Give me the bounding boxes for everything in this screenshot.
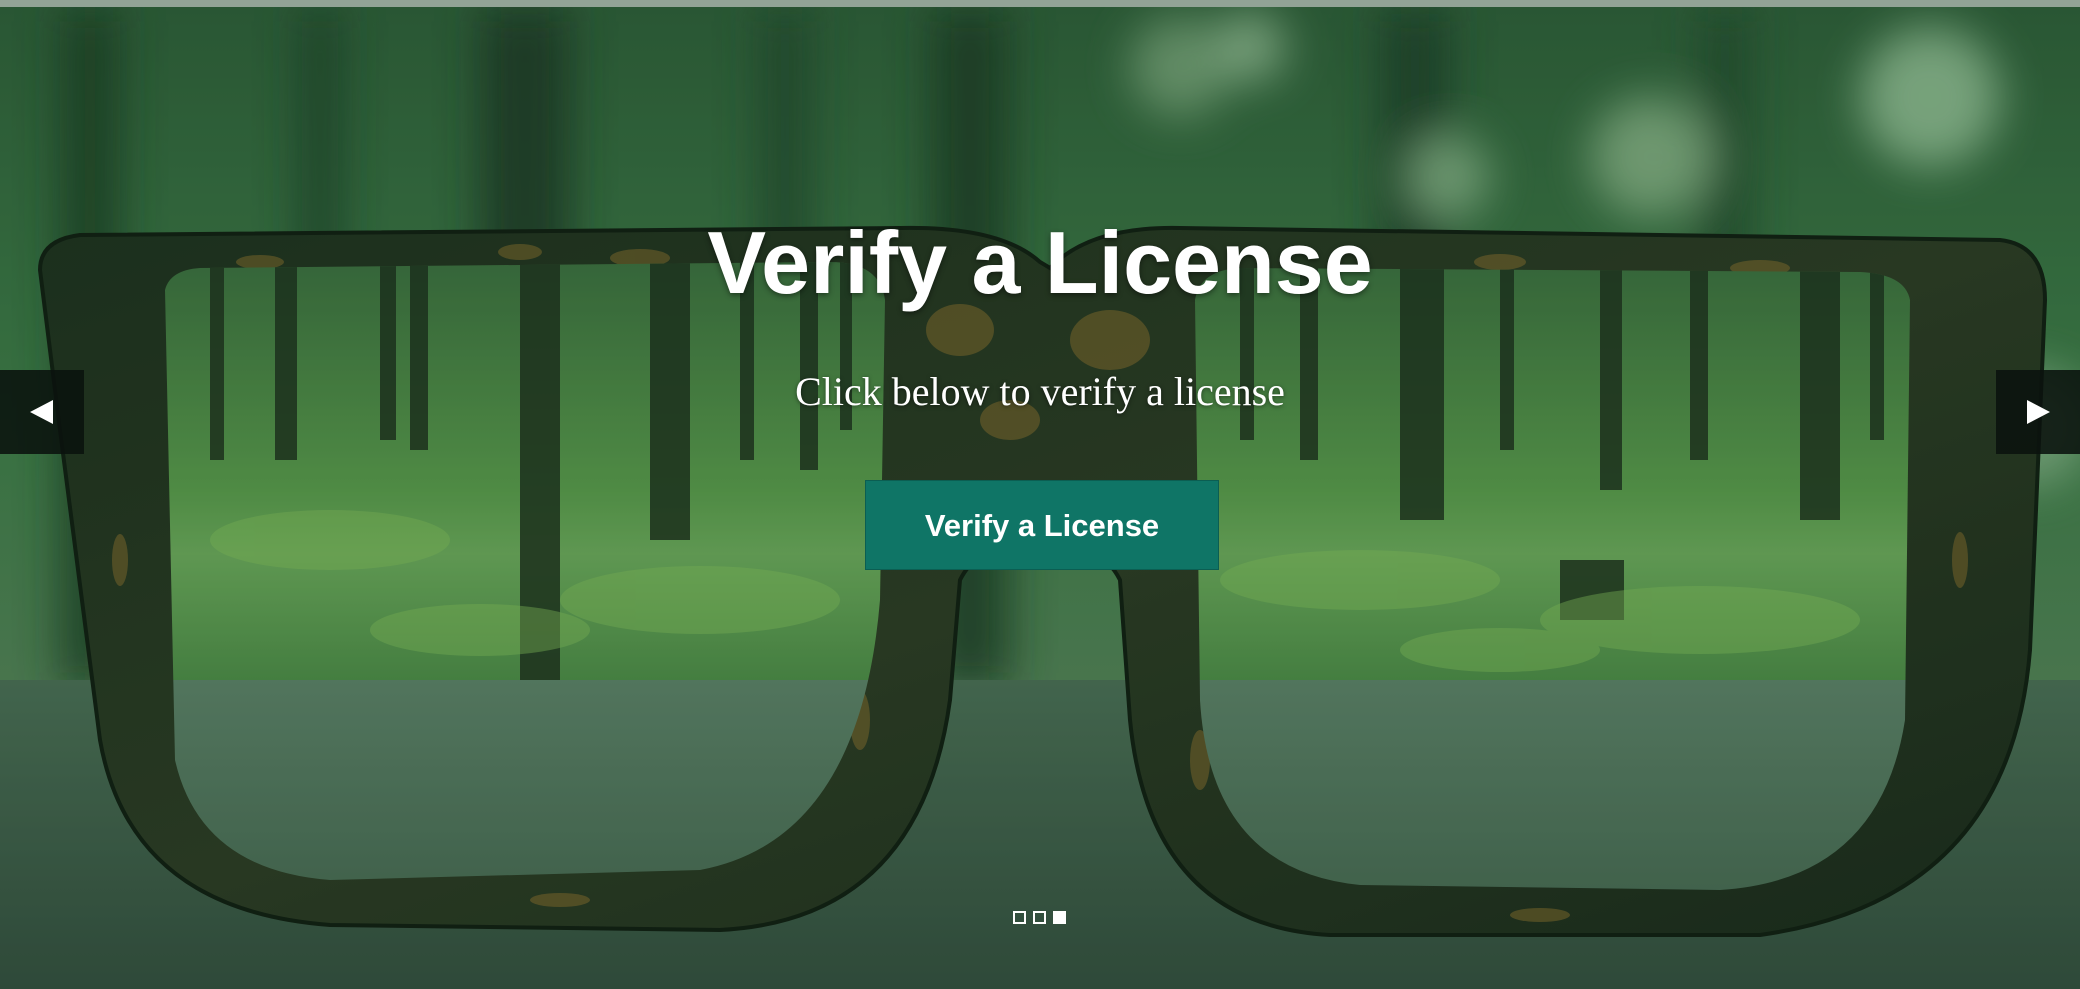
verify-license-button[interactable]: Verify a License bbox=[865, 480, 1219, 570]
hero-subtitle: Click below to verify a license bbox=[795, 369, 1285, 414]
triangle-left-icon bbox=[30, 400, 53, 424]
prev-slide-button[interactable] bbox=[0, 370, 84, 454]
slide-indicator-2[interactable] bbox=[1033, 911, 1046, 924]
hero-slider: Verify a License Click below to verify a… bbox=[0, 0, 2080, 989]
slide-indicator-1[interactable] bbox=[1013, 911, 1026, 924]
slide-indicator-3[interactable] bbox=[1053, 911, 1066, 924]
triangle-right-icon bbox=[2027, 400, 2050, 424]
hero-title: Verify a License bbox=[707, 213, 1373, 312]
slide-indicators bbox=[1013, 911, 1066, 929]
next-slide-button[interactable] bbox=[1996, 370, 2080, 454]
hero-content: Verify a License Click below to verify a… bbox=[0, 0, 2080, 989]
